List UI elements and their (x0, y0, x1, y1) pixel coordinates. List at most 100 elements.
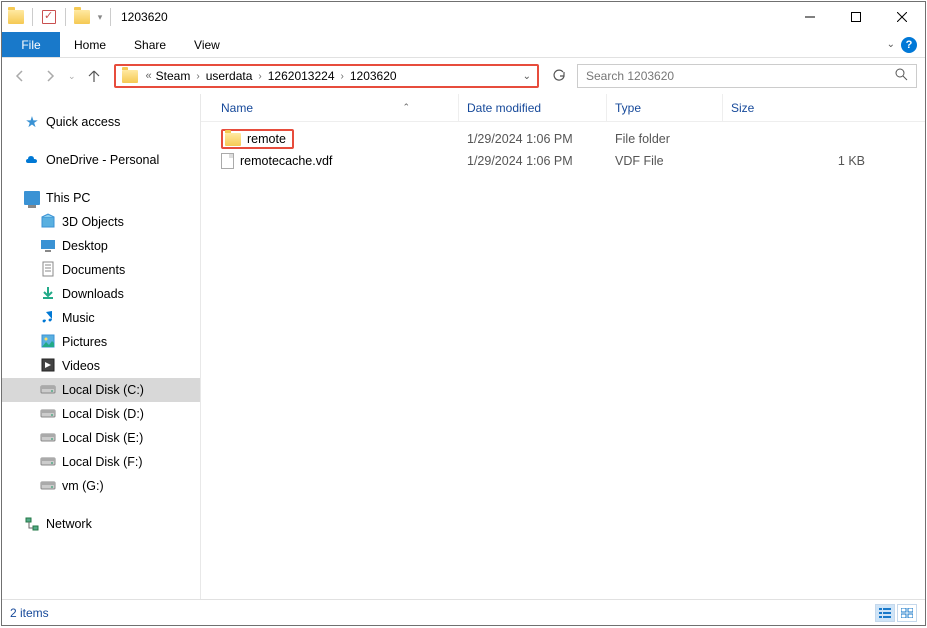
folder-icon (225, 133, 241, 146)
star-icon: ★ (24, 114, 40, 130)
file-size: 1 KB (723, 154, 925, 168)
location-icon (122, 70, 138, 83)
sidebar-item[interactable]: Videos (2, 354, 200, 378)
column-name[interactable]: Name⌃ (201, 94, 459, 121)
sidebar-label: Downloads (62, 287, 124, 301)
pc-icon (24, 191, 40, 205)
column-date[interactable]: Date modified (459, 94, 607, 121)
sidebar-item[interactable]: Documents (2, 258, 200, 282)
sidebar-item[interactable]: Local Disk (D:) (2, 402, 200, 426)
icons-view-button[interactable] (897, 604, 917, 622)
address-bar[interactable]: « Steam › userdata › 1262013224 › 120362… (114, 64, 539, 88)
separator (32, 8, 33, 26)
sidebar-item[interactable]: Local Disk (C:) (2, 378, 200, 402)
file-tab[interactable]: File (2, 32, 60, 57)
explorer-window: ▾ 1203620 File Home Share View ⌄ ? ⌄ « S… (1, 1, 926, 626)
status-bar: 2 items (2, 599, 925, 625)
titlebar: ▾ 1203620 (2, 2, 925, 32)
window-controls (787, 2, 925, 32)
file-list[interactable]: remote1/29/2024 1:06 PMFile folderremote… (201, 122, 925, 172)
sidebar-item[interactable]: 3D Objects (2, 210, 200, 234)
back-button[interactable] (6, 64, 34, 88)
sidebar-label: This PC (46, 191, 90, 205)
file-row[interactable]: remote1/29/2024 1:06 PMFile folder (201, 128, 925, 150)
breadcrumb-segment[interactable]: 1203620 (350, 69, 397, 83)
file-date: 1/29/2024 1:06 PM (459, 132, 607, 146)
close-button[interactable] (879, 2, 925, 32)
sidebar-label: Videos (62, 359, 100, 373)
qat-dropdown[interactable]: ▾ (94, 5, 106, 29)
sidebar-item-quick-access[interactable]: ★ Quick access (2, 110, 200, 134)
quick-access-toolbar: ▾ (4, 5, 106, 29)
forward-button[interactable] (36, 64, 64, 88)
properties-qat-icon[interactable] (37, 5, 61, 29)
maximize-button[interactable] (833, 2, 879, 32)
chevron-right-icon[interactable]: › (258, 71, 261, 82)
breadcrumb-segment[interactable]: userdata (206, 69, 253, 83)
recent-dropdown[interactable]: ⌄ (68, 71, 76, 82)
file-name: remotecache.vdf (240, 154, 332, 168)
view-switcher (875, 604, 917, 622)
view-tab[interactable]: View (180, 32, 234, 57)
help-icon[interactable]: ? (901, 37, 917, 53)
search-input[interactable]: Search 1203620 (577, 64, 917, 88)
navigation-pane: ★ Quick access OneDrive - Personal This P… (2, 94, 200, 599)
breadcrumb-segment[interactable]: Steam (156, 69, 191, 83)
sidebar-item-this-pc[interactable]: This PC (2, 186, 200, 210)
chevron-left-icon[interactable]: « (146, 70, 152, 82)
sidebar-label: Music (62, 311, 95, 325)
drive-icon (40, 453, 56, 472)
breadcrumb-segment[interactable]: 1262013224 (268, 69, 335, 83)
navigation-bar: ⌄ « Steam › userdata › 1262013224 › 1203… (2, 58, 925, 94)
refresh-button[interactable] (547, 64, 571, 88)
address-dropdown-icon[interactable]: ⌄ (519, 71, 535, 82)
column-size[interactable]: Size (723, 94, 925, 121)
drive-icon (40, 357, 56, 376)
details-view-button[interactable] (875, 604, 895, 622)
share-tab[interactable]: Share (120, 32, 180, 57)
app-icon (4, 5, 28, 29)
drive-icon (40, 261, 56, 280)
drive-icon (40, 333, 56, 352)
file-name: remote (247, 132, 286, 146)
sidebar-item[interactable]: Downloads (2, 282, 200, 306)
ribbon-collapse-icon[interactable]: ⌄ (887, 39, 895, 50)
file-date: 1/29/2024 1:06 PM (459, 154, 607, 168)
sidebar-item-onedrive[interactable]: OneDrive - Personal (2, 148, 200, 172)
minimize-button[interactable] (787, 2, 833, 32)
onedrive-icon (24, 152, 40, 168)
drive-icon (40, 285, 56, 304)
window-title: 1203620 (121, 10, 168, 24)
sidebar-label: Local Disk (C:) (62, 383, 144, 397)
sidebar-label: Local Disk (F:) (62, 455, 143, 469)
sidebar-item[interactable]: Music (2, 306, 200, 330)
sidebar-label: Local Disk (E:) (62, 431, 143, 445)
ribbon-right: ⌄ ? (887, 32, 925, 57)
sidebar-item[interactable]: Desktop (2, 234, 200, 258)
separator (65, 8, 66, 26)
column-type[interactable]: Type (607, 94, 723, 121)
ribbon-tabs: File Home Share View ⌄ ? (2, 32, 925, 58)
up-button[interactable] (80, 64, 108, 88)
drive-icon (40, 309, 56, 328)
sidebar-item-network[interactable]: Network (2, 512, 200, 536)
folder-qat-icon[interactable] (70, 5, 94, 29)
sidebar-item[interactable]: vm (G:) (2, 474, 200, 498)
sidebar-item[interactable]: Pictures (2, 330, 200, 354)
drive-icon (40, 213, 56, 232)
drive-icon (40, 237, 56, 256)
sidebar-label: Quick access (46, 115, 120, 129)
sidebar-item[interactable]: Local Disk (F:) (2, 450, 200, 474)
sidebar-item[interactable]: Local Disk (E:) (2, 426, 200, 450)
sidebar-label: Documents (62, 263, 125, 277)
column-headers: Name⌃ Date modified Type Size (201, 94, 925, 122)
search-icon[interactable] (895, 68, 908, 84)
file-row[interactable]: remotecache.vdf1/29/2024 1:06 PMVDF File… (201, 150, 925, 172)
status-text: 2 items (10, 606, 49, 620)
chevron-right-icon[interactable]: › (341, 71, 344, 82)
drive-icon (40, 381, 56, 400)
sort-indicator-icon: ⌃ (402, 102, 410, 113)
chevron-right-icon[interactable]: › (196, 71, 199, 82)
sidebar-label: Desktop (62, 239, 108, 253)
home-tab[interactable]: Home (60, 32, 120, 57)
